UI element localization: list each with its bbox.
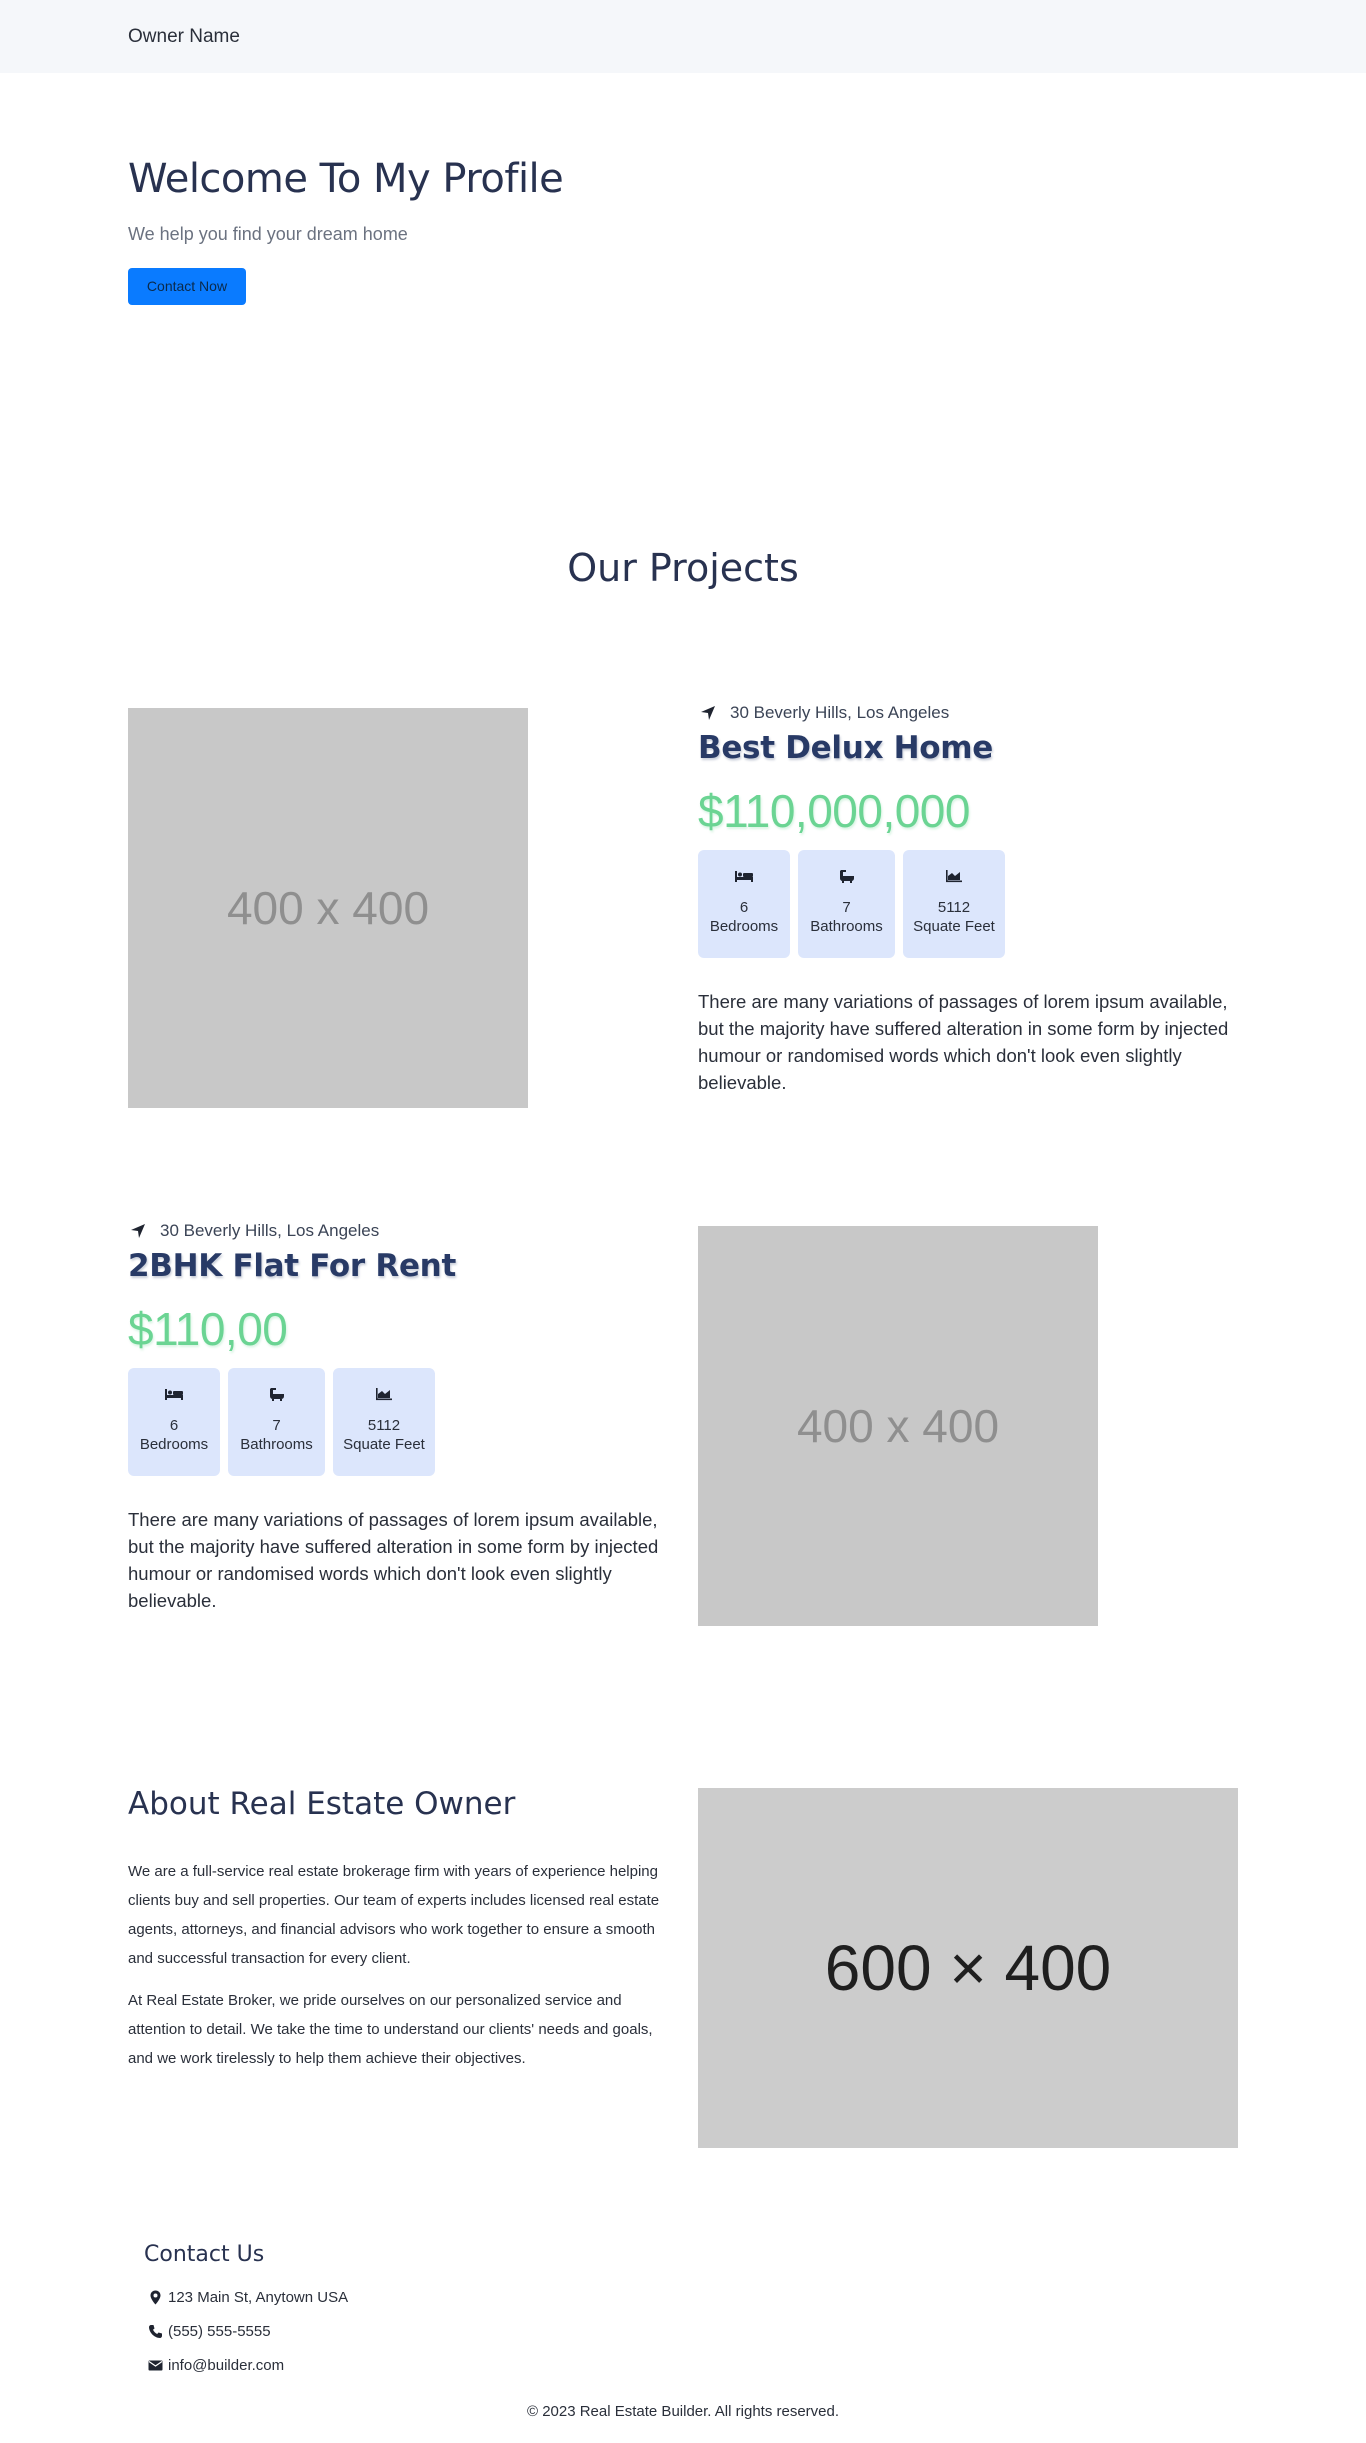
hero-subtitle: We help you find your dream home — [128, 224, 408, 244]
about-paragraph: We are a full-service real estate broker… — [128, 1863, 660, 1967]
project-location: 30 Beverly Hills, Los Angeles — [698, 702, 1258, 724]
image-placeholder-label: 400 x 400 — [796, 1400, 1000, 1452]
project-image: 400 x 400 — [698, 1226, 1098, 1626]
feature-label: Bathrooms — [240, 1436, 313, 1453]
feature-value: 5112 — [367, 1417, 401, 1434]
feature-value: 6 — [169, 1417, 179, 1434]
navbar: Owner Name — [0, 0, 1366, 73]
contact-now-button[interactable]: Contact Now — [128, 268, 246, 305]
area-chart-icon — [944, 868, 964, 884]
feature-label: Bathrooms — [810, 918, 883, 935]
project-features: 6 Bedrooms 7 Bathrooms 5112 Squate Feet — [698, 850, 1258, 958]
about-title: About Real Estate Owner — [128, 1786, 516, 1822]
bath-icon — [837, 868, 857, 884]
feature-label: Bedrooms — [139, 1436, 209, 1453]
feature-label: Squate Feet — [343, 1436, 425, 1453]
feature-bedrooms: 6 Bedrooms — [128, 1368, 220, 1476]
location-text: 30 Beverly Hills, Los Angeles — [730, 703, 950, 722]
about-paragraph: At Real Estate Broker, we pride ourselve… — [128, 1992, 653, 2067]
area-chart-icon — [374, 1386, 394, 1402]
feature-bathrooms: 7 Bathrooms — [798, 850, 895, 958]
location-arrow-icon — [700, 705, 716, 721]
contact-email: info@builder.com — [148, 2357, 284, 2374]
bath-icon — [267, 1386, 287, 1402]
image-placeholder-label: 600 × 400 — [824, 1932, 1112, 2004]
about-image: 600 × 400 — [698, 1788, 1238, 2148]
project-location: 30 Beverly Hills, Los Angeles — [128, 1220, 688, 1242]
project-description: There are many variations of passages of… — [698, 991, 1229, 1093]
project-card: 30 Beverly Hills, Los Angeles 2BHK Flat … — [128, 1220, 688, 1614]
project-features: 6 Bedrooms 7 Bathrooms 5112 Squate Feet — [128, 1368, 688, 1476]
hero-title: Welcome To My Profile — [128, 156, 564, 202]
footer-copyright: © 2023 Real Estate Builder. All rights r… — [526, 2403, 840, 2420]
image-placeholder-label: 400 x 400 — [226, 882, 430, 934]
contact-phone-text[interactable]: (555) 555-5555 — [168, 2323, 271, 2340]
project-title: 2BHK Flat For Rent — [128, 1248, 456, 1284]
feature-label: Squate Feet — [913, 918, 995, 935]
feature-value: 7 — [272, 1417, 281, 1434]
contact-email-link[interactable]: info@builder.com — [168, 2357, 284, 2374]
contact-address: 123 Main St, Anytown USA — [148, 2289, 348, 2306]
project-price: $110,00 — [128, 1303, 288, 1355]
feature-value: 7 — [842, 899, 851, 916]
phone-icon — [148, 2324, 163, 2339]
project-title: Best Delux Home — [698, 730, 994, 766]
location-arrow-icon — [130, 1223, 146, 1239]
envelope-icon — [148, 2358, 163, 2373]
projects-section-title: Our Projects — [567, 546, 799, 590]
bed-icon — [734, 868, 754, 884]
feature-square-feet: 5112 Squate Feet — [333, 1368, 435, 1476]
location-text: 30 Beverly Hills, Los Angeles — [160, 1221, 380, 1240]
project-description: There are many variations of passages of… — [128, 1509, 659, 1611]
contact-address-text: 123 Main St, Anytown USA — [168, 2289, 349, 2306]
feature-value: 5112 — [937, 899, 971, 916]
brand-link[interactable]: Owner Name — [128, 26, 240, 48]
contact-title: Contact Us — [144, 2242, 265, 2267]
feature-square-feet: 5112 Squate Feet — [903, 850, 1005, 958]
contact-phone: (555) 555-5555 — [148, 2323, 271, 2340]
map-marker-icon — [148, 2290, 163, 2305]
project-price: $110,000,000 — [698, 785, 970, 837]
feature-bathrooms: 7 Bathrooms — [228, 1368, 325, 1476]
project-card: 30 Beverly Hills, Los Angeles Best Delux… — [698, 702, 1258, 1096]
feature-bedrooms: 6 Bedrooms — [698, 850, 790, 958]
feature-label: Bedrooms — [709, 918, 779, 935]
project-image: 400 x 400 — [128, 708, 528, 1108]
feature-value: 6 — [739, 899, 749, 916]
bed-icon — [164, 1386, 184, 1402]
